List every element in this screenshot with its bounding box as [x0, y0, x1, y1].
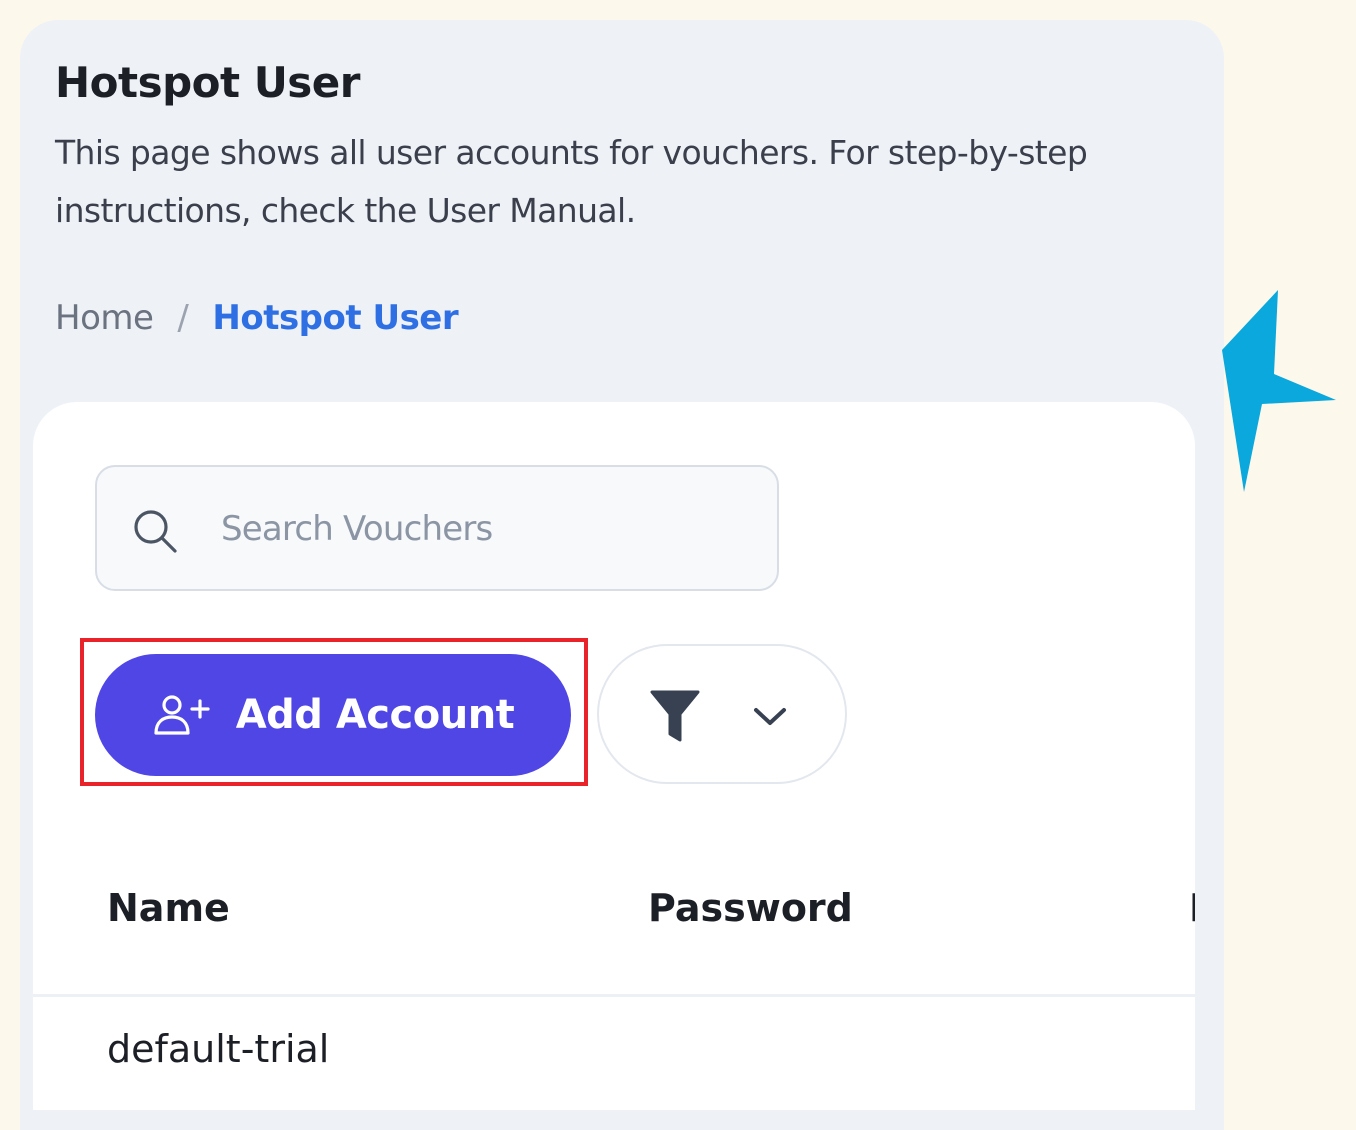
- page-title: Hotspot User: [55, 58, 361, 107]
- add-account-label: Add Account: [235, 692, 515, 738]
- search-icon: [134, 510, 177, 553]
- sparkle-decoration-icon: [1222, 290, 1336, 492]
- cell-name: default-trial: [107, 1027, 330, 1071]
- funnel-icon: [650, 690, 700, 742]
- column-header-next[interactable]: P: [1189, 886, 1195, 930]
- table-row[interactable]: default-trial: [33, 997, 1195, 1110]
- breadcrumb-home-link[interactable]: Home: [55, 298, 154, 338]
- chevron-down-icon: [754, 708, 786, 725]
- add-account-button[interactable]: Add Account: [95, 654, 571, 776]
- column-header-name[interactable]: Name: [107, 886, 230, 930]
- table-header: Name Password P: [33, 822, 1195, 997]
- content-card: Add Account Name Password P default-tria…: [33, 402, 1195, 1110]
- search-input[interactable]: [221, 499, 751, 559]
- breadcrumb-separator: /: [177, 298, 189, 338]
- search-box[interactable]: [95, 465, 779, 591]
- breadcrumb: Home / Hotspot User: [55, 298, 459, 338]
- page-description: This page shows all user accounts for vo…: [55, 133, 1088, 230]
- breadcrumb-current: Hotspot User: [212, 298, 459, 338]
- filter-dropdown-button[interactable]: [597, 644, 847, 784]
- user-plus-icon: [154, 695, 210, 735]
- vouchers-table: Name Password P default-trial: [33, 822, 1195, 1110]
- column-header-password[interactable]: Password: [648, 886, 853, 930]
